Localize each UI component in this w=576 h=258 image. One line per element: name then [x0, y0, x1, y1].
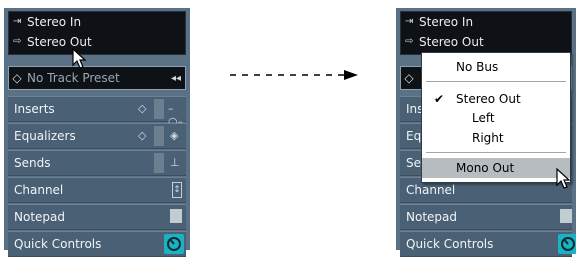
section-label: Channel	[14, 183, 64, 197]
inspector-sections: Inserts ◇ –○– Equalizers ◇ ◈ Sends ⊥ Cha…	[8, 96, 186, 258]
preset-diamond-icon: ◇	[404, 71, 414, 85]
menu-item-no-bus[interactable]: No Bus	[422, 57, 570, 77]
section-equalizers[interactable]: Equalizers ◇ ◈	[8, 123, 186, 149]
menu-item-label: Mono Out	[456, 161, 515, 175]
quick-controls-icon[interactable]	[164, 234, 184, 254]
eq-icon: ◈	[170, 129, 179, 142]
track-preset-field[interactable]: ◇ No Track Preset ◂◂	[8, 66, 186, 90]
menu-item-label: No Bus	[456, 60, 499, 74]
menu-item-right[interactable]: Right	[422, 128, 570, 148]
mouse-cursor-icon	[72, 48, 87, 69]
bypass-block[interactable]	[154, 153, 164, 173]
notepad-icon	[560, 209, 572, 223]
diamond-icon[interactable]: ◇	[138, 102, 146, 115]
section-label: Notepad	[406, 210, 457, 224]
track-preset-label: No Track Preset	[27, 71, 120, 85]
menu-item-label: Stereo Out	[456, 92, 521, 106]
section-label: Notepad	[14, 210, 65, 224]
output-routing-row[interactable]: ⇨ Stereo Out	[401, 32, 571, 52]
section-label: Quick Controls	[406, 237, 494, 251]
io-routing-box: ⇥ Stereo In ⇨ Stereo Out	[400, 11, 572, 55]
quick-controls-icon[interactable]	[558, 234, 576, 254]
output-bus-icon: ⇨	[13, 36, 22, 47]
input-bus-icon: ⇥	[13, 16, 22, 27]
menu-item-mono-out[interactable]: Mono Out	[422, 158, 570, 178]
sends-icon: ⊥	[170, 156, 180, 169]
section-quick-controls[interactable]: Quick Controls	[8, 231, 186, 257]
section-notepad[interactable]: Notepad	[400, 204, 572, 230]
output-bus-dropdown-menu: No Bus ✔ Stereo Out Left Right Mono Out	[421, 52, 571, 183]
bypass-block[interactable]	[154, 99, 164, 119]
section-label: Channel	[406, 183, 456, 197]
input-bus-label: Stereo In	[27, 15, 82, 29]
section-sends[interactable]: Sends ⊥	[8, 150, 186, 176]
bypass-block[interactable]	[154, 126, 164, 146]
menu-item-label: Right	[472, 131, 504, 145]
output-bus-icon: ⇨	[405, 36, 414, 47]
preset-diamond-icon: ◇	[12, 71, 22, 85]
input-routing-row[interactable]: ⇥ Stereo In	[9, 12, 185, 32]
output-bus-label: Stereo Out	[419, 35, 484, 49]
transition-arrow-icon	[230, 70, 358, 80]
diamond-icon[interactable]: ◇	[138, 129, 146, 142]
mouse-cursor-icon	[556, 168, 571, 189]
io-routing-box: ⇥ Stereo In ⇨ Stereo Out	[8, 11, 186, 55]
section-quick-controls[interactable]: Quick Controls	[400, 231, 576, 257]
input-bus-label: Stereo In	[419, 15, 474, 29]
output-routing-row[interactable]: ⇨ Stereo Out	[9, 32, 185, 52]
channel-fader-icon: ↕	[172, 182, 182, 198]
menu-item-left[interactable]: Left	[422, 108, 570, 128]
input-routing-row[interactable]: ⇥ Stereo In	[401, 12, 571, 32]
menu-item-stereo-out[interactable]: ✔ Stereo Out	[422, 89, 570, 109]
notepad-icon	[170, 209, 182, 223]
menu-item-label: Left	[472, 111, 495, 125]
inspector-panel-left: ⇥ Stereo In ⇨ Stereo Out ◇ No Track Pres…	[4, 8, 190, 257]
preset-rewind-icon[interactable]: ◂◂	[167, 73, 185, 84]
section-label: Quick Controls	[14, 237, 102, 251]
section-inserts[interactable]: Inserts ◇ –○–	[8, 96, 186, 128]
input-bus-icon: ⇥	[405, 16, 414, 27]
section-notepad[interactable]: Notepad	[8, 204, 186, 230]
section-channel[interactable]: Channel ↕	[8, 177, 186, 203]
menu-separator	[426, 152, 566, 153]
menu-separator	[426, 81, 566, 82]
checkmark-icon: ✔	[434, 92, 445, 106]
